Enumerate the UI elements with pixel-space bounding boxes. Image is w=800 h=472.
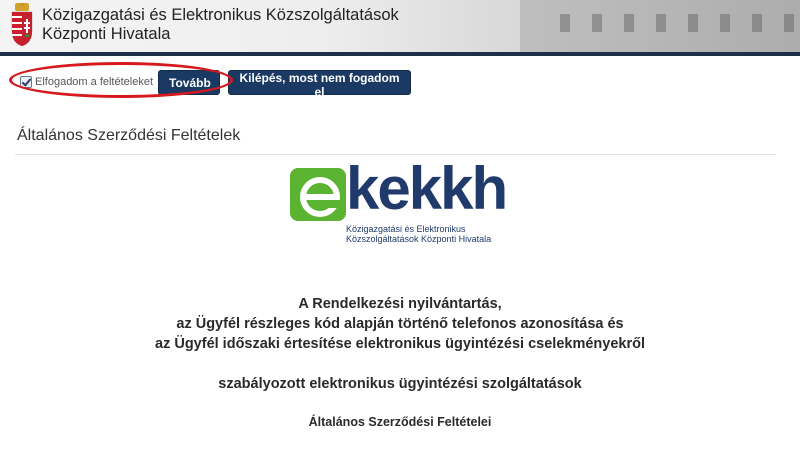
- logo-tagline-line1: Közigazgatási és Elektronikus: [346, 224, 466, 234]
- page-title: Általános Szerződési Feltételek: [17, 127, 241, 144]
- header-divider: [0, 52, 800, 56]
- next-button[interactable]: Tovább: [158, 70, 220, 95]
- document-heading: A Rendelkezési nyilvántartás, az Ügyfél …: [0, 294, 800, 354]
- hungarian-coat-of-arms-icon: [11, 3, 33, 47]
- document-subtitle: Általános Szerződési Feltételei: [308, 415, 492, 429]
- logo-e-mark-icon: [290, 168, 346, 221]
- accept-terms-checkbox[interactable]: [20, 76, 32, 88]
- accept-terms-checkbox-label[interactable]: Elfogadom a feltételeket: [20, 75, 153, 89]
- document-heading-line: az Ügyfél időszaki értesítése elektronik…: [155, 336, 645, 352]
- organization-name-line1: Közigazgatási és Elektronikus Közszolgál…: [42, 6, 399, 24]
- organization-name-line2: Központi Hivatala: [42, 25, 171, 43]
- logo-tagline: Közigazgatási és Elektronikus Közszolgál…: [346, 224, 491, 244]
- accept-terms-label: Elfogadom a feltételeket: [35, 76, 154, 88]
- document-service-line: szabályozott elektronikus ügyintézési sz…: [218, 376, 582, 392]
- logo-wordmark: kekkh: [346, 155, 508, 222]
- exit-decline-button[interactable]: Kilépés, most nem fogadom el: [228, 70, 411, 99]
- organization-name: Közigazgatási és Elektronikus Közszolgál…: [42, 6, 399, 44]
- terms-toolbar: Elfogadom a feltételeket Tovább Kilépés,…: [0, 58, 800, 104]
- document-heading-line: A Rendelkezési nyilvántartás,: [298, 296, 502, 312]
- logo-tagline-line2: Közszolgáltatások Központi Hivatala: [346, 234, 492, 244]
- site-header: Közigazgatási és Elektronikus Közszolgál…: [0, 0, 800, 52]
- document-heading-line: az Ügyfél részleges kód alapján történő …: [176, 316, 624, 332]
- kekkh-logo: kekkh Közigazgatási és Elektronikus Közs…: [290, 155, 510, 248]
